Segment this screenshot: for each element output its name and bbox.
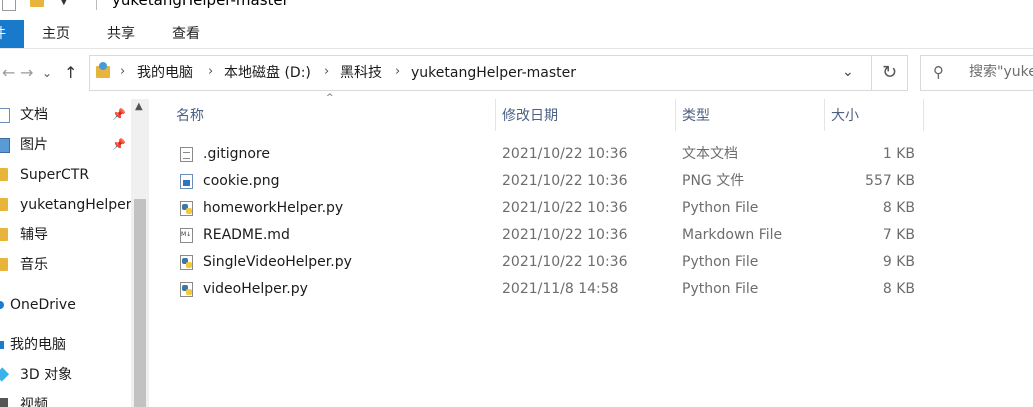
folder-icon xyxy=(0,258,8,271)
breadcrumb-folder-heikeji[interactable]: 黑科技 xyxy=(340,64,382,82)
table-row[interactable]: videoHelper.py 2021/11/8 14:58 Python Fi… xyxy=(174,276,924,303)
column-header-modified[interactable]: 修改日期 xyxy=(496,99,676,131)
breadcrumb-my-computer[interactable]: 我的电脑 xyxy=(137,64,193,82)
refresh-icon[interactable]: ↻ xyxy=(872,55,908,91)
title-separator xyxy=(96,0,97,10)
tab-share[interactable]: 共享 xyxy=(107,20,135,48)
recent-locations-icon[interactable]: ⌄ xyxy=(42,61,52,85)
sidebar-item-fudao[interactable]: 辅导 xyxy=(0,223,131,247)
video-icon xyxy=(0,398,8,407)
navigation-pane: 文档 📌 图片 📌 SuperCTR yuketangHelper-master… xyxy=(0,99,150,407)
column-header-type[interactable]: 类型 xyxy=(676,99,825,131)
pin-icon[interactable]: 📌 xyxy=(112,103,126,127)
breadcrumb-separator[interactable]: › xyxy=(324,63,329,81)
title-bar: ▼ yuketangHelper-master xyxy=(0,0,1033,14)
search-icon: ⚲ xyxy=(933,63,944,81)
tab-view[interactable]: 查看 xyxy=(172,20,200,48)
scrollbar-thumb[interactable] xyxy=(134,199,146,407)
python-file-icon xyxy=(180,282,193,297)
breadcrumb-separator[interactable]: › xyxy=(120,63,125,81)
pin-icon[interactable]: 📌 xyxy=(112,133,126,157)
sidebar-item-my-computer[interactable]: 我的电脑 xyxy=(0,333,131,357)
sidebar-item-3d-objects[interactable]: 3D 对象 xyxy=(0,363,131,387)
file-list: ^ 名称 修改日期 类型 大小 .gitignore 2021/10/22 10… xyxy=(150,93,1033,407)
folder-icon xyxy=(0,198,8,211)
onedrive-icon xyxy=(0,301,4,309)
folder-icon xyxy=(0,168,8,181)
back-arrow-icon[interactable]: ← xyxy=(2,61,15,85)
ribbon-tabs: 件 主页 共享 查看 xyxy=(0,14,1033,49)
navigation-scrollbar[interactable]: ▲ xyxy=(131,99,149,407)
documents-icon xyxy=(0,108,10,123)
address-bar[interactable]: › 我的电脑 › 本地磁盘 (D:) › 黑科技 › yuketangHelpe… xyxy=(89,55,872,91)
breadcrumb-current-folder[interactable]: yuketangHelper-master xyxy=(411,64,576,82)
python-file-icon xyxy=(180,255,193,270)
column-header-name[interactable]: 名称 xyxy=(170,99,496,131)
markdown-file-icon xyxy=(180,228,193,243)
computer-icon xyxy=(0,341,4,349)
pictures-icon xyxy=(0,138,10,153)
3d-objects-icon xyxy=(0,367,10,382)
image-file-icon xyxy=(180,174,193,189)
quick-access-dropdown-icon[interactable]: ▼ xyxy=(60,0,68,7)
location-folder-icon xyxy=(96,62,110,78)
address-dropdown-icon[interactable]: ⌄ xyxy=(842,63,854,81)
navigation-bar: ← → ⌄ ↑ › 我的电脑 › 本地磁盘 (D:) › 黑科技 › yuket… xyxy=(0,49,1033,99)
tab-file[interactable]: 件 xyxy=(0,20,24,48)
folder-icon xyxy=(0,228,8,241)
sidebar-item-documents[interactable]: 文档 📌 xyxy=(0,103,131,127)
sidebar-item-music[interactable]: 音乐 xyxy=(0,253,131,277)
python-file-icon xyxy=(180,201,193,216)
up-arrow-icon[interactable]: ↑ xyxy=(64,61,77,85)
text-file-icon xyxy=(180,147,193,162)
table-row[interactable]: SingleVideoHelper.py 2021/10/22 10:36 Py… xyxy=(174,249,924,276)
sidebar-item-onedrive[interactable]: OneDrive xyxy=(0,293,131,317)
sidebar-item-pictures[interactable]: 图片 📌 xyxy=(0,133,131,157)
window-icon[interactable] xyxy=(2,0,16,11)
window-title: yuketangHelper-master xyxy=(112,0,289,9)
breadcrumb-separator[interactable]: › xyxy=(208,63,213,81)
quick-access-folder-icon[interactable] xyxy=(30,0,44,7)
sidebar-item-videos[interactable]: 视频 xyxy=(0,393,131,407)
tab-home[interactable]: 主页 xyxy=(42,20,70,48)
breadcrumb-local-disk[interactable]: 本地磁盘 (D:) xyxy=(224,64,311,82)
forward-arrow-icon[interactable]: → xyxy=(20,61,33,85)
table-row[interactable]: README.md 2021/10/22 10:36 Markdown File… xyxy=(174,222,924,249)
sidebar-item-yuketanghelper[interactable]: yuketangHelper-master xyxy=(0,193,131,217)
scroll-up-icon[interactable]: ▲ xyxy=(135,101,143,112)
table-row[interactable]: .gitignore 2021/10/22 10:36 文本文档 1 KB xyxy=(174,141,924,168)
sidebar-item-superctr[interactable]: SuperCTR xyxy=(0,163,131,187)
search-box[interactable]: ⚲ xyxy=(920,55,1033,91)
breadcrumb-separator[interactable]: › xyxy=(395,63,400,81)
table-row[interactable]: cookie.png 2021/10/22 10:36 PNG 文件 557 K… xyxy=(174,168,924,195)
table-row[interactable]: homeworkHelper.py 2021/10/22 10:36 Pytho… xyxy=(174,195,924,222)
search-input[interactable] xyxy=(969,64,1033,80)
column-header-size[interactable]: 大小 xyxy=(825,99,924,131)
